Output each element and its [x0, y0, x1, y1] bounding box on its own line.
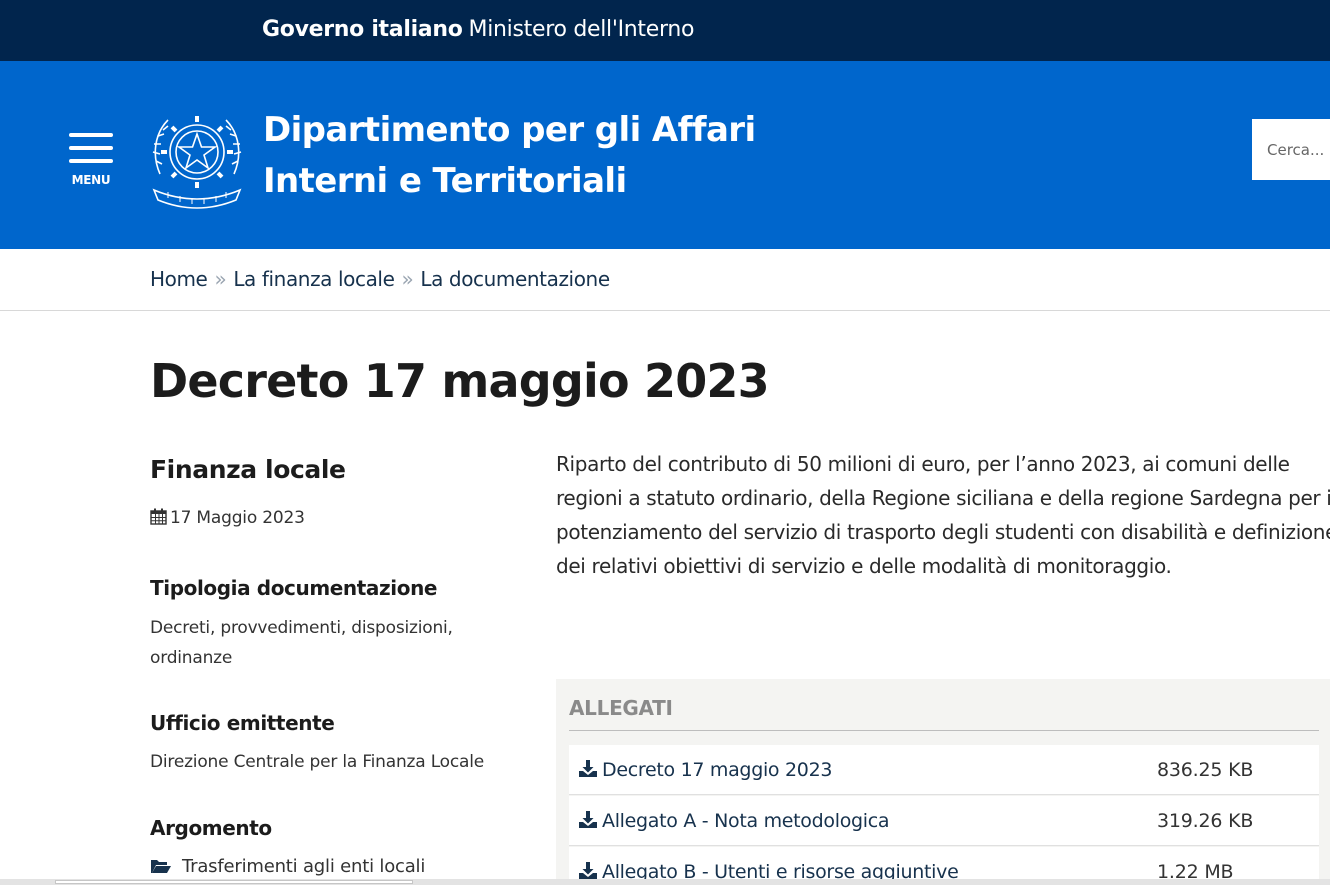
breadcrumb-documentazione[interactable]: La documentazione [420, 267, 610, 291]
hamburger-icon [69, 146, 113, 150]
download-icon [579, 811, 597, 828]
search-box [1252, 119, 1330, 180]
breadcrumb-separator-icon: » [214, 267, 227, 291]
breadcrumb-divider [0, 310, 1330, 311]
horizontal-scrollbar[interactable] [0, 879, 1330, 885]
publication-date: 17 Maggio 2023 [150, 508, 305, 528]
hamburger-icon [69, 133, 113, 137]
government-label: Governo italiano Ministero dell'Interno [262, 17, 694, 42]
search-input[interactable] [1252, 119, 1330, 180]
site-title[interactable]: Dipartimento per gli Affari Interni e Te… [263, 105, 756, 207]
emblem-icon[interactable] [150, 104, 244, 210]
topic-link[interactable]: Trasferimenti agli enti locali [150, 856, 425, 877]
attachment-name: Allegato A - Nota metodologica [602, 810, 890, 832]
field-label-ufficio: Ufficio emittente [150, 711, 335, 735]
site-title-line1: Dipartimento per gli Affari [263, 110, 756, 150]
menu-button[interactable]: MENU [68, 133, 114, 189]
category-heading[interactable]: Finanza locale [150, 455, 346, 484]
menu-label: MENU [71, 173, 111, 187]
attachment-link[interactable]: Allegato A - Nota metodologica [579, 810, 890, 832]
site-title-line2: Interni e Territoriali [263, 161, 627, 201]
decree-description: Riparto del contributo di 50 milioni di … [556, 452, 1330, 578]
topic-text: Trasferimenti agli enti locali [182, 856, 426, 877]
attachment-size: 319.26 KB [1157, 810, 1254, 832]
attachments-divider [569, 730, 1319, 731]
attachment-row: Decreto 17 maggio 2023 836.25 KB [569, 745, 1319, 795]
breadcrumb-separator-icon: » [401, 267, 414, 291]
attachment-row: Allegato A - Nota metodologica 319.26 KB [569, 796, 1319, 846]
top-bar: Governo italiano Ministero dell'Interno [0, 0, 1330, 61]
governo-italiano-link[interactable]: Governo italiano [262, 17, 463, 42]
attachment-size: 836.25 KB [1157, 759, 1254, 781]
field-value-ufficio: Direzione Centrale per la Finanza Locale [150, 752, 485, 772]
calendar-icon [150, 508, 167, 525]
folder-open-icon [151, 860, 171, 873]
attachments-title: ALLEGATI [569, 696, 673, 720]
attachment-name: Decreto 17 maggio 2023 [602, 759, 833, 781]
site-header: MENU Dipartimento per gli Affari Interni… [0, 61, 1330, 249]
download-icon [579, 862, 597, 879]
breadcrumb-home[interactable]: Home [150, 267, 208, 291]
field-label-argomento: Argomento [150, 816, 272, 840]
field-value-tipologia: Decreti, provvedimenti, disposizioni, or… [150, 618, 453, 668]
page-title: Decreto 17 maggio 2023 [150, 354, 770, 408]
breadcrumb: Home» La finanza locale» La documentazione [150, 267, 610, 295]
hamburger-icon [69, 159, 113, 163]
attachments-panel: ALLEGATI Decreto 17 maggio 2023 836.25 K… [556, 679, 1330, 885]
attachment-link[interactable]: Decreto 17 maggio 2023 [579, 759, 832, 781]
field-label-tipologia: Tipologia documentazione [150, 576, 438, 600]
download-icon [579, 760, 597, 777]
breadcrumb-finanza-locale[interactable]: La finanza locale [233, 267, 395, 291]
scrollbar-thumb[interactable] [55, 880, 413, 884]
date-text: 17 Maggio 2023 [170, 508, 305, 528]
ministry-link[interactable]: Ministero dell'Interno [469, 17, 695, 42]
